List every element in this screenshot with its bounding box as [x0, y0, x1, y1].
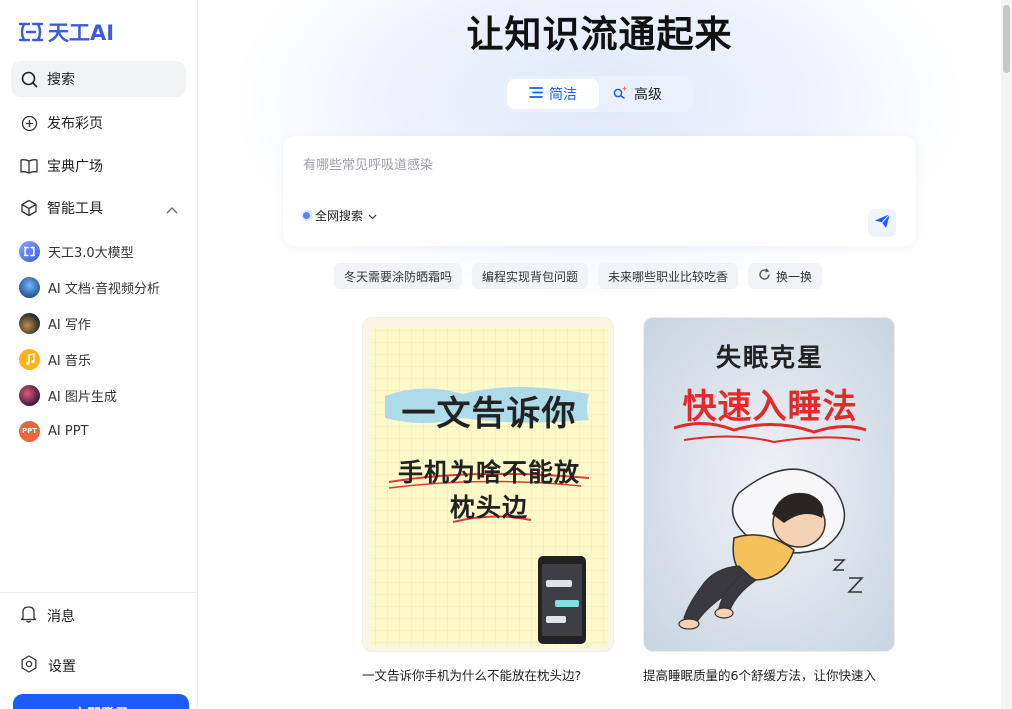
nav-item-search[interactable]: 搜索: [11, 61, 186, 97]
nav-item-publish[interactable]: 发布彩页: [11, 105, 186, 141]
nav-item-tools[interactable]: 智能工具: [11, 190, 186, 226]
scope-indicator-dot: [303, 212, 310, 219]
tiangong-logo-icon: [18, 22, 44, 42]
book-icon: [20, 157, 38, 175]
tool-item-label: 天工3.0大模型: [48, 245, 134, 261]
tool-item-writing[interactable]: AI 写作: [19, 309, 91, 337]
sidebar-divider: [0, 592, 197, 593]
tool-item-ppt[interactable]: PPT AI PPT: [19, 417, 88, 445]
nav-item-label: 宝典广场: [47, 159, 103, 175]
cover-heading-text: 失眠克星: [715, 343, 824, 372]
suggestion-list: 冬天需要涂防晒霜吗 编程实现背包问题 未来哪些职业比较吃香 换一换: [334, 263, 823, 289]
search-scope-dropdown[interactable]: 全网搜索: [303, 207, 377, 224]
scrollbar-thumb[interactable]: [1003, 5, 1010, 73]
search-box: 全网搜索: [283, 136, 916, 246]
nav-item-label: 消息: [47, 608, 75, 625]
align-icon: [529, 86, 543, 103]
chevron-up-icon[interactable]: [166, 202, 178, 218]
cover-subtitle-text: 手机为啥不能放: [397, 458, 580, 487]
content-card[interactable]: 一文告诉你 手机为啥不能放 枕头边 一文告诉你手机为什么不能放在枕头边?: [362, 317, 614, 684]
refresh-label: 换一换: [776, 269, 813, 284]
suggestion-chip[interactable]: 未来哪些职业比较吃香: [598, 263, 739, 289]
advanced-sparkle-icon: [613, 85, 628, 103]
tool-item-doc-analysis[interactable]: AI 文档·音视频分析: [19, 273, 160, 301]
music-avatar: [19, 348, 40, 370]
card-cover-image: 一文告诉你 手机为啥不能放 枕头边: [362, 317, 614, 652]
search-icon: [20, 70, 38, 88]
refresh-suggestions-button[interactable]: 换一换: [748, 263, 823, 289]
plus-circle-icon: [20, 114, 38, 132]
paper-plane-icon: [874, 213, 891, 233]
tool-item-label: AI 图片生成: [48, 389, 117, 405]
cover-heading-text: 一文告诉你: [401, 394, 577, 434]
nav-item-label: 智能工具: [47, 201, 103, 217]
bell-icon: [20, 604, 37, 627]
main-content: 让知识流通起来 简洁 高级 全网搜索: [198, 0, 1001, 709]
mode-advanced-button[interactable]: 高级: [599, 79, 676, 109]
nav-item-label: 搜索: [47, 72, 75, 88]
brand-logo[interactable]: 天工AI: [18, 17, 114, 47]
cube-icon: [20, 199, 38, 217]
login-button[interactable]: 立即登录: [13, 694, 189, 709]
search-mode-switch: 简洁 高级: [504, 76, 693, 112]
nav-item-messages[interactable]: 消息: [20, 604, 75, 627]
tool-item-label: AI 音乐: [48, 353, 91, 369]
scope-label: 全网搜索: [315, 209, 364, 223]
tool-item-music[interactable]: AI 音乐: [19, 345, 91, 373]
cover-subtitle-text: 枕头边: [449, 493, 528, 522]
writing-avatar: [19, 312, 40, 334]
cover-subtitle-text: 快速入睡法: [682, 387, 858, 427]
search-input[interactable]: [303, 158, 863, 173]
card-title[interactable]: 一文告诉你手机为什么不能放在枕头边?: [362, 665, 614, 684]
tool-item-label: AI PPT: [48, 423, 89, 439]
content-card[interactable]: 失眠克星 快速入睡法 提高睡眠质量的6个舒缓方法，让你快速入: [643, 317, 895, 684]
nav-item-label: 发布彩页: [47, 116, 103, 132]
mode-label: 高级: [634, 87, 662, 103]
gear-icon: [20, 655, 38, 677]
tiangong-model-avatar: [19, 240, 40, 262]
page-headline: 让知识流通起来: [466, 13, 733, 56]
nav-item-label: 设置: [48, 659, 76, 675]
nav-item-library[interactable]: 宝典广场: [11, 148, 186, 184]
mode-label: 简洁: [549, 87, 577, 103]
tool-item-image-gen[interactable]: AI 图片生成: [19, 381, 117, 409]
brand-name: 天工AI: [48, 21, 115, 45]
image-gen-avatar: [19, 384, 40, 406]
tool-item-label: AI 文档·音视频分析: [48, 281, 160, 297]
tool-item-label: AI 写作: [48, 317, 91, 333]
card-title[interactable]: 提高睡眠质量的6个舒缓方法，让你快速入: [643, 665, 895, 684]
card-cover-image: 失眠克星 快速入睡法: [643, 317, 895, 652]
suggestion-chip[interactable]: 冬天需要涂防晒霜吗: [334, 263, 463, 289]
mode-simple-button[interactable]: 简洁: [507, 79, 599, 109]
ppt-avatar: PPT: [19, 420, 40, 442]
refresh-icon: [758, 268, 771, 284]
suggestion-chip[interactable]: 编程实现背包问题: [472, 263, 589, 289]
nav-item-settings[interactable]: 设置: [20, 655, 76, 677]
chevron-down-icon: [368, 209, 377, 223]
doc-analysis-avatar: [19, 276, 40, 298]
page-scrollbar[interactable]: [1001, 0, 1012, 709]
send-button[interactable]: [868, 209, 896, 237]
tool-item-tiangong-model[interactable]: 天工3.0大模型: [19, 237, 134, 265]
sidebar: 天工AI 搜索 发布彩页 宝典广场 智能工具 天工3.0大模型 AI 文档·音视…: [0, 0, 198, 709]
